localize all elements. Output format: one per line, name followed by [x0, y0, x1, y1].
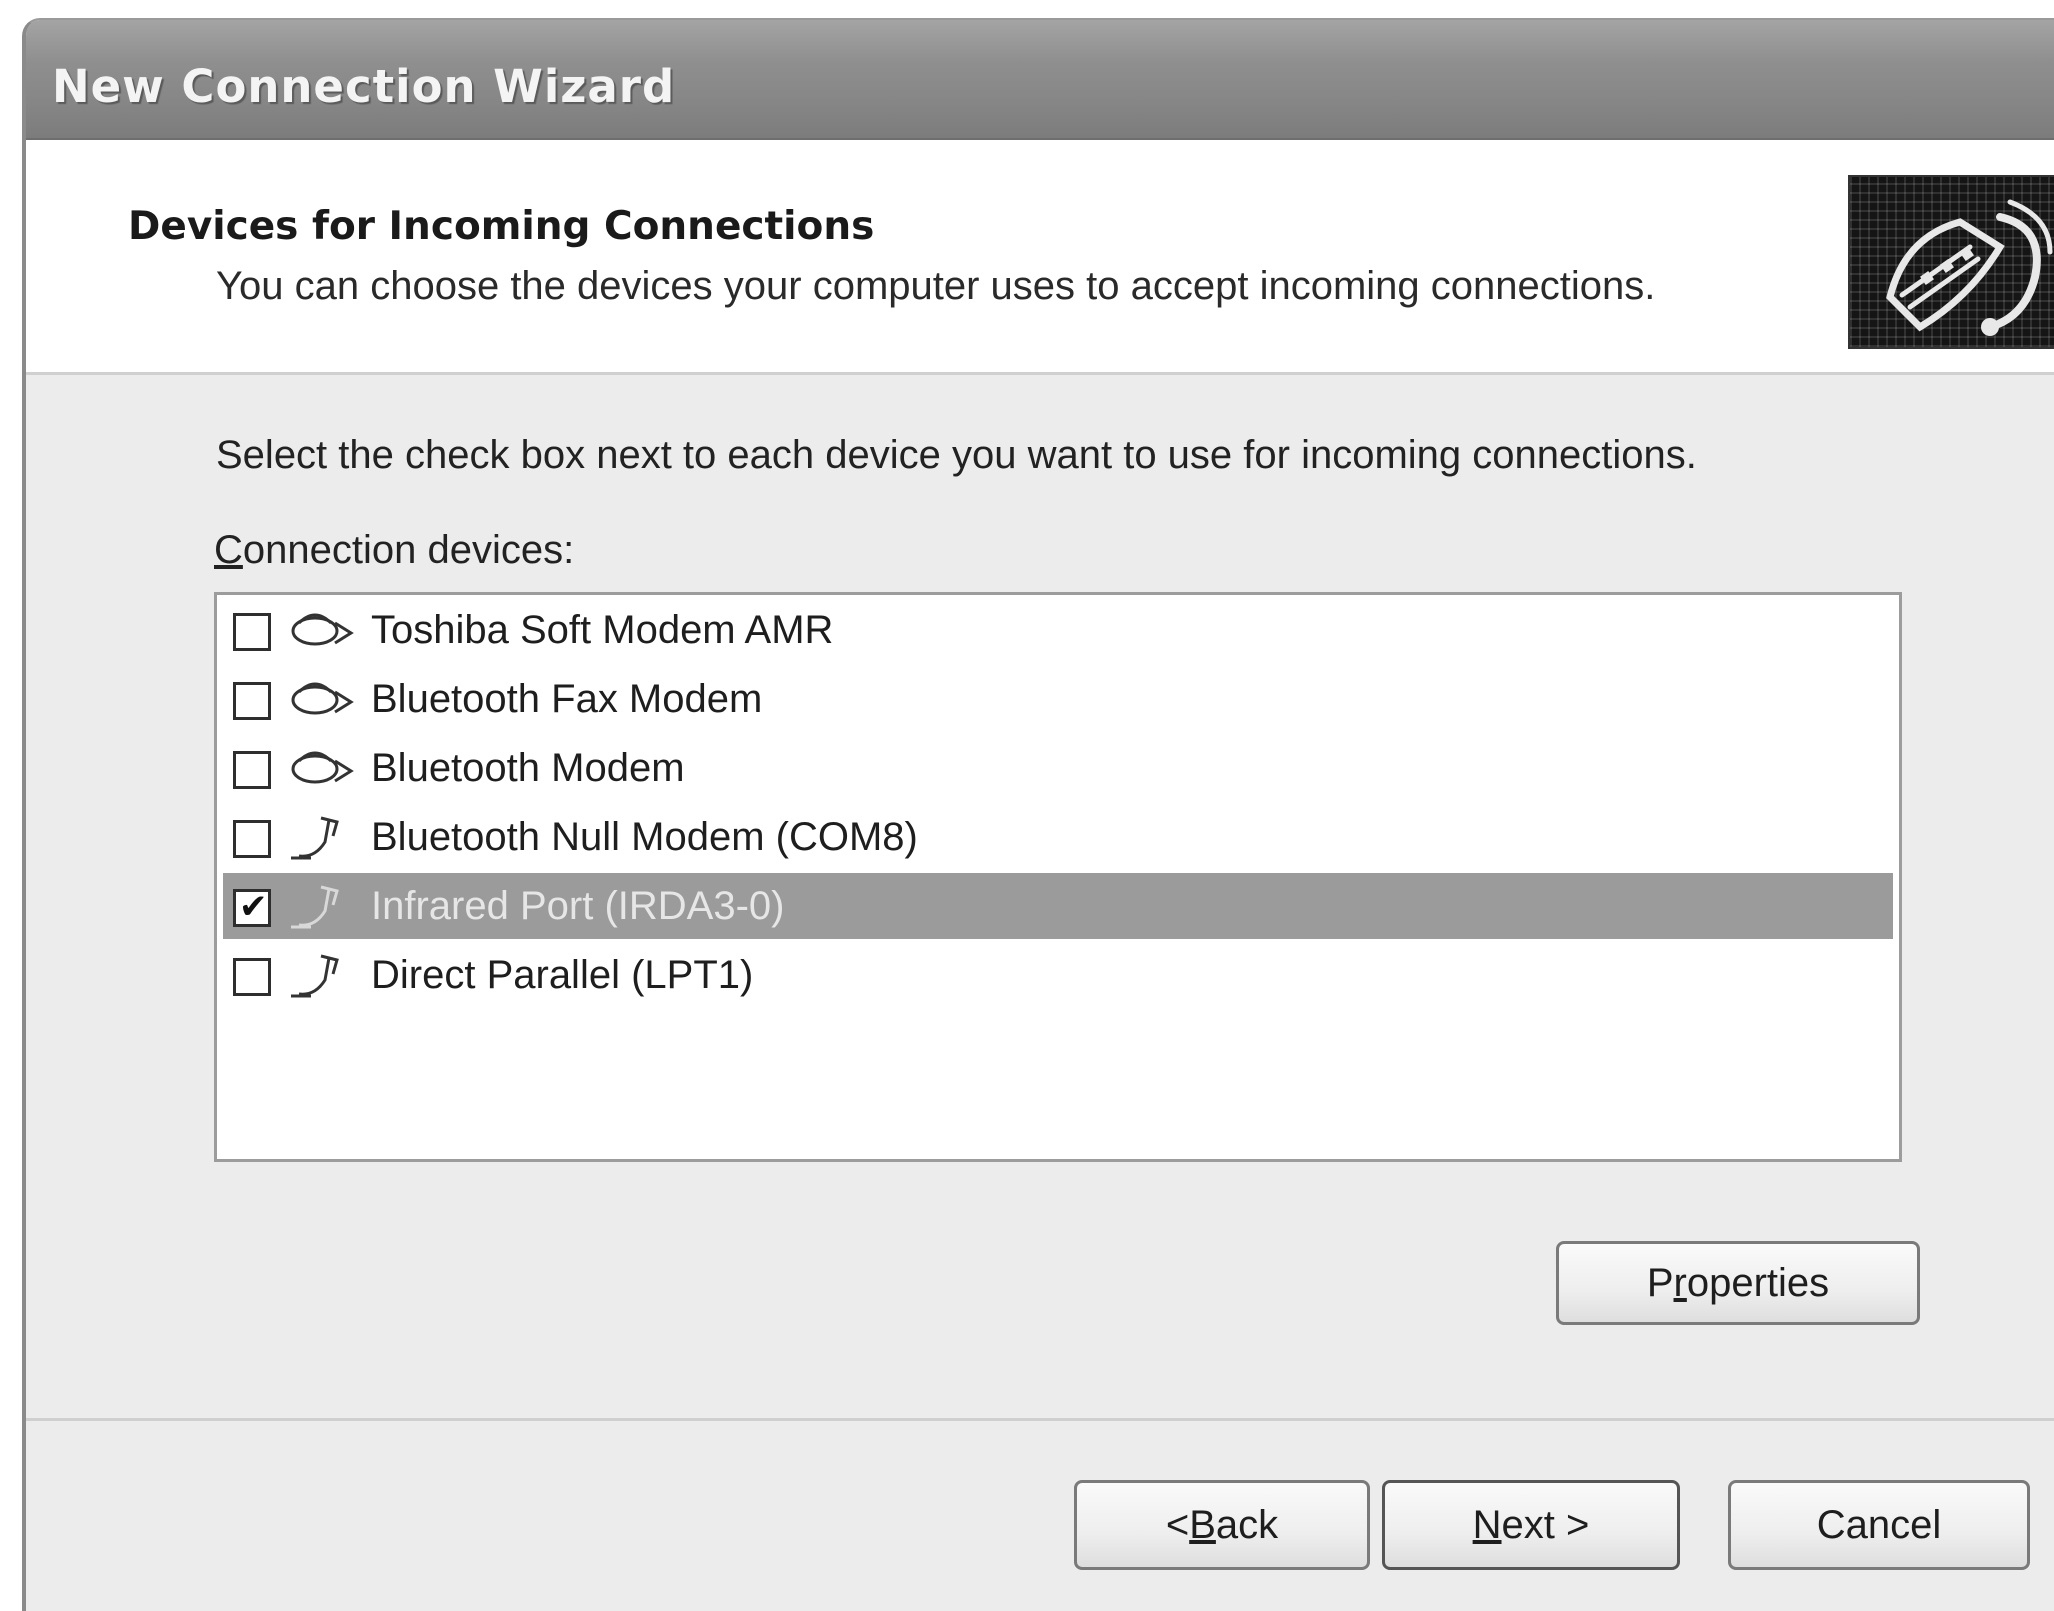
connection-cable-icon: [1848, 175, 2054, 349]
device-checkbox[interactable]: [233, 958, 271, 996]
device-checkbox[interactable]: [233, 751, 271, 789]
device-label: Toshiba Soft Modem AMR: [371, 608, 834, 652]
wizard-window: New Connection Wizard Devices for Incomi…: [22, 18, 2054, 1611]
device-label: Infrared Port (IRDA3-0): [371, 884, 785, 928]
device-label: Bluetooth Fax Modem: [371, 677, 763, 721]
device-row-direct-parallel[interactable]: Direct Parallel (LPT1): [223, 942, 1893, 1008]
device-row-toshiba-soft-modem[interactable]: Toshiba Soft Modem AMR: [223, 597, 1893, 663]
cancel-button[interactable]: Cancel: [1728, 1480, 2030, 1570]
properties-label-pre: P: [1646, 1260, 1674, 1305]
cable-icon: [285, 881, 355, 931]
wizard-header: Devices for Incoming Connections You can…: [26, 140, 2054, 375]
next-mnemonic: N: [1472, 1502, 1502, 1547]
back-label-post: ack: [1215, 1502, 1279, 1547]
connection-devices-label-text: onnection devices:: [242, 528, 575, 572]
mnemonic-c: C: [214, 528, 243, 572]
device-checkbox[interactable]: [233, 682, 271, 720]
modem-icon: [285, 674, 355, 724]
cable-icon: [285, 950, 355, 1000]
properties-button[interactable]: Pr operties: [1556, 1241, 1920, 1325]
next-label-post: ext >: [1501, 1502, 1590, 1547]
device-label: Bluetooth Null Modem (COM8): [371, 815, 918, 859]
device-row-bluetooth-modem[interactable]: Bluetooth Modem: [223, 735, 1893, 801]
modem-icon: [285, 605, 355, 655]
device-label: Direct Parallel (LPT1): [371, 953, 754, 997]
device-row-bluetooth-null-modem[interactable]: Bluetooth Null Modem (COM8): [223, 804, 1893, 870]
cable-icon: [285, 812, 355, 862]
checkmark-icon: ✔: [239, 887, 268, 927]
instruction-text: Select the check box next to each device…: [216, 433, 1697, 477]
page-subtitle: You can choose the devices your computer…: [216, 264, 1656, 308]
device-label: Bluetooth Modem: [371, 746, 685, 790]
page-title: Devices for Incoming Connections: [128, 204, 875, 249]
title-bar[interactable]: New Connection Wizard: [26, 20, 2054, 140]
next-button[interactable]: Next >: [1382, 1480, 1680, 1570]
device-checkbox[interactable]: [233, 613, 271, 651]
window-title: New Connection Wizard: [52, 60, 676, 113]
device-row-bluetooth-fax-modem[interactable]: Bluetooth Fax Modem: [223, 666, 1893, 732]
device-checkbox[interactable]: [233, 820, 271, 858]
back-button[interactable]: < Back: [1074, 1480, 1370, 1570]
connection-devices-label: Connection devices:: [214, 528, 574, 573]
properties-label-post: operties: [1686, 1260, 1830, 1305]
footer-divider: [26, 1418, 2054, 1421]
connection-devices-list[interactable]: Toshiba Soft Modem AMR Bluetooth Fax Mod…: [214, 592, 1902, 1162]
properties-mnemonic: r: [1673, 1260, 1687, 1305]
device-row-infrared-port[interactable]: ✔ Infrared Port (IRDA3-0): [223, 873, 1893, 939]
back-mnemonic: B: [1189, 1502, 1216, 1547]
modem-icon: [285, 743, 355, 793]
back-label-pre: <: [1165, 1502, 1190, 1547]
device-checkbox-checked[interactable]: ✔: [233, 887, 271, 927]
